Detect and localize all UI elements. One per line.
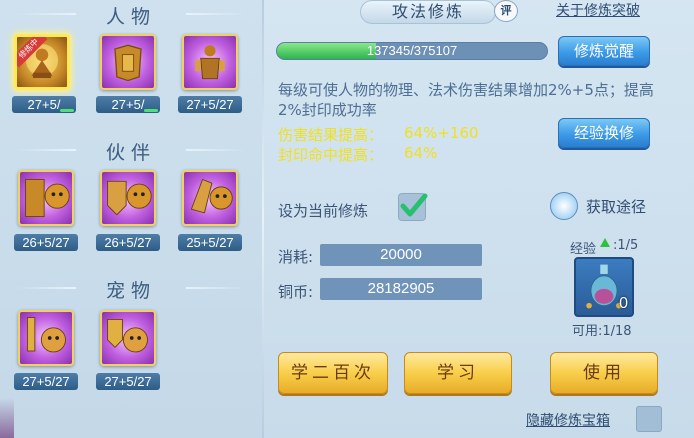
exp-value: :1/5: [613, 238, 639, 253]
armor-icon: [114, 44, 142, 82]
hidden-treasure-box-label[interactable]: 隐藏修炼宝箱: [526, 410, 610, 430]
stat-seal: 封印命中提高： 64%: [278, 144, 438, 164]
corner-decoration: [0, 398, 14, 438]
section-title-pet: 宠物: [0, 276, 262, 303]
character-slot-3[interactable]: [182, 34, 238, 90]
awaken-button[interactable]: 修炼觉醒: [558, 36, 650, 66]
cultivation-progress-bar: 137345/375107: [276, 42, 548, 60]
progress-text: 137345/375107: [366, 43, 458, 58]
pet-slot-2[interactable]: [100, 310, 156, 366]
character-slot-2[interactable]: [100, 34, 156, 90]
set-current-checkbox[interactable]: [398, 193, 428, 221]
partner-level-3: 25+5/27: [178, 234, 242, 251]
item-count: 0: [619, 295, 628, 312]
cultivation-type-title[interactable]: 攻法修炼: [360, 0, 496, 24]
character-level-3: 27+5/27: [178, 96, 242, 113]
section-title-character: 人物: [0, 2, 262, 29]
panel-divider: [262, 0, 264, 438]
sword-lion-icon: [25, 178, 70, 218]
cost-value: 20000: [320, 244, 482, 266]
exp-item-slot[interactable]: 0: [574, 257, 634, 317]
copper-value: 28182905: [320, 278, 482, 300]
scroll-icon: [550, 192, 578, 220]
learn-button[interactable]: 学习: [404, 352, 512, 394]
about-breakthrough-link[interactable]: 关于修炼突破: [556, 0, 640, 20]
pet-slot-1[interactable]: [18, 310, 74, 366]
target-list: 人物 修炼中 27+5/ 27+5/ 27+5/27 伙伴 26+5/27 26…: [0, 0, 262, 438]
rating-badge[interactable]: 评: [494, 0, 518, 22]
hidden-treasure-box-checkbox[interactable]: [636, 406, 662, 432]
cultivation-panel: 人物 修炼中 27+5/ 27+5/ 27+5/27 伙伴 26+5/27 26…: [0, 0, 694, 438]
character-level-1: 27+5/: [12, 96, 76, 113]
partner-slot-1[interactable]: [18, 170, 74, 226]
exp-label: 经验: [570, 242, 597, 257]
sword-cat-icon: [26, 317, 66, 353]
checkmark-icon: [400, 193, 428, 217]
section-title-partner: 伙伴: [0, 138, 262, 165]
shield-lion-icon: [107, 180, 152, 216]
usable-count: 可用:1/18: [572, 324, 632, 339]
warrior-figure-icon: [195, 45, 225, 80]
learn-hundred-button[interactable]: 学二百次: [278, 352, 388, 394]
shield-cat-icon: [107, 318, 148, 353]
gauntlet-lion-icon: [190, 178, 233, 214]
stat-damage: 伤害结果提高： 64%+160: [278, 124, 479, 144]
use-button[interactable]: 使用: [550, 352, 658, 394]
partner-level-2: 26+5/27: [96, 234, 160, 251]
set-current-label: 设为当前修炼: [278, 202, 369, 220]
character-slot-1[interactable]: 修炼中: [14, 34, 70, 90]
pet-level-2: 27+5/27: [96, 373, 160, 390]
exchange-exp-button[interactable]: 经验换修: [558, 118, 650, 148]
cultivation-description: 每级可使人物的物理、法术伤害结果增加2%+5点；提高2%封印成功率: [278, 81, 654, 119]
cost-label: 消耗:: [278, 248, 314, 266]
character-level-2: 27+5/: [96, 96, 160, 113]
partner-level-1: 26+5/27: [14, 234, 78, 251]
up-arrow-icon: [600, 238, 610, 247]
partner-slot-3[interactable]: [182, 170, 238, 226]
partner-slot-2[interactable]: [100, 170, 156, 226]
copper-label: 铜币:: [278, 283, 314, 301]
pet-level-1: 27+5/27: [14, 373, 78, 390]
